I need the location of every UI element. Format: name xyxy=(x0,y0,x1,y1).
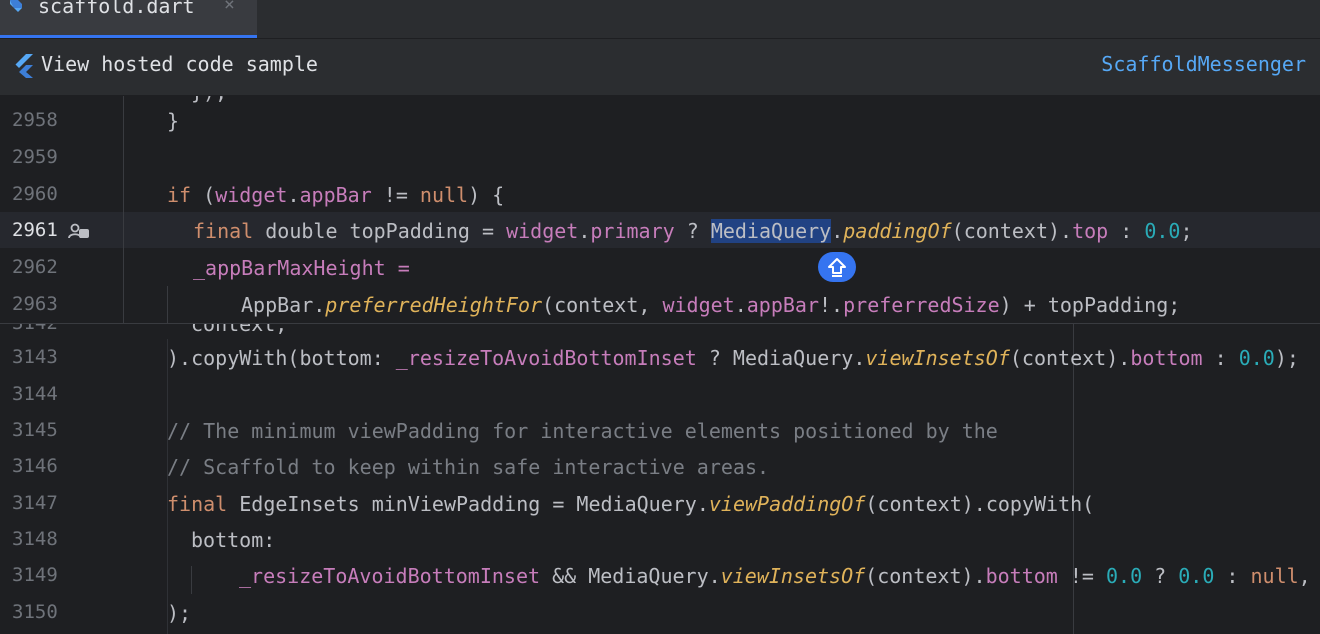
code-line[interactable]: 3145 // The minimum viewPadding for inte… xyxy=(0,412,1320,448)
editor-tab-bar: scaffold.dart × xyxy=(0,0,1320,39)
partial-line: 3142 context, xyxy=(0,324,1320,338)
code-line[interactable]: 3150 ); xyxy=(0,594,1320,630)
sticky-line[interactable]: 2963 AppBar.preferredHeightFor(context, … xyxy=(0,286,1320,322)
line-number: 2962 xyxy=(12,256,58,278)
code-text: // Scaffold to keep within safe interact… xyxy=(167,455,770,479)
line-number: 3145 xyxy=(12,419,58,441)
code-line[interactable]: 3144 xyxy=(0,376,1320,412)
close-icon[interactable]: × xyxy=(224,0,235,15)
line-number: 3144 xyxy=(12,383,58,405)
code-line[interactable]: 3143 ).copyWith(bottom: _resizeToAvoidBo… xyxy=(0,339,1320,375)
tab-scaffold-dart[interactable]: scaffold.dart × xyxy=(0,0,257,38)
arrow-up-icon xyxy=(828,258,846,277)
code-text: bottom: xyxy=(191,528,276,552)
push-changes-button[interactable] xyxy=(818,252,856,282)
sticky-line[interactable]: 2958 } xyxy=(0,102,1320,138)
flutter-icon xyxy=(15,54,33,78)
code-text: ).copyWith(bottom: _resizeToAvoidBottomI… xyxy=(167,346,1299,370)
hosted-sample-banner: View hosted code sample ScaffoldMessenge… xyxy=(0,39,1320,96)
code-text: // The minimum viewPadding for interacti… xyxy=(167,419,998,443)
line-number: 2961 xyxy=(12,219,58,241)
pair-programming-icon[interactable] xyxy=(68,223,90,241)
code-line[interactable]: 3146 // Scaffold to keep within safe int… xyxy=(0,448,1320,484)
line-number: 2963 xyxy=(12,293,58,315)
code-line[interactable]: 3147 final EdgeInsets minViewPadding = M… xyxy=(0,485,1320,521)
line-number: 3150 xyxy=(12,601,58,623)
line-number: 3147 xyxy=(12,492,58,514)
code-text: if (widget.appBar != null) { xyxy=(167,183,505,207)
indent-guide xyxy=(123,96,124,323)
code-text: } xyxy=(167,109,180,133)
partial-code-text: context, xyxy=(191,324,288,336)
tab-label: scaffold.dart xyxy=(38,0,195,18)
code-line[interactable]: 3149 _resizeToAvoidBottomInset && MediaQ… xyxy=(0,557,1320,593)
code-text: _appBarMaxHeight = xyxy=(193,256,410,280)
line-number: 3149 xyxy=(12,564,58,586)
line-number: 2960 xyxy=(12,183,58,205)
indent-guide xyxy=(191,566,192,594)
sticky-line[interactable]: 2962 _appBarMaxHeight = xyxy=(0,249,1320,285)
code-text: AppBar.preferredHeightFor(context, widge… xyxy=(241,293,1181,317)
sticky-line[interactable]: 2960 if (widget.appBar != null) { xyxy=(0,176,1320,212)
scaffold-messenger-link[interactable]: ScaffoldMessenger xyxy=(1101,52,1306,76)
code-text: final EdgeInsets minViewPadding = MediaQ… xyxy=(167,492,1095,516)
code-text: _resizeToAvoidBottomInset && MediaQuery.… xyxy=(239,564,1311,588)
dart-file-icon xyxy=(10,0,22,12)
line-number: 3146 xyxy=(12,455,58,477)
code-text: final double topPadding = widget.primary… xyxy=(193,219,1193,243)
indent-guide xyxy=(167,286,168,323)
sticky-line-current[interactable]: 2961 final double topPadding = widget.pr… xyxy=(0,212,1320,248)
line-number: 2958 xyxy=(12,109,58,131)
line-number: 2959 xyxy=(12,146,58,168)
indent-guide xyxy=(167,339,168,634)
line-number: 3142 xyxy=(12,324,58,334)
view-hosted-code-sample-link[interactable]: View hosted code sample xyxy=(41,52,318,76)
sticky-line[interactable]: 2959 xyxy=(0,139,1320,175)
sticky-lines-panel: }); 2958 } 2959 2960 if (widget.appBar !… xyxy=(0,96,1320,324)
code-text: ); xyxy=(167,601,192,625)
code-line[interactable]: 3148 bottom: xyxy=(0,521,1320,557)
code-editor[interactable]: 3143 ).copyWith(bottom: _resizeToAvoidBo… xyxy=(0,96,1320,634)
line-number: 3148 xyxy=(12,528,58,550)
